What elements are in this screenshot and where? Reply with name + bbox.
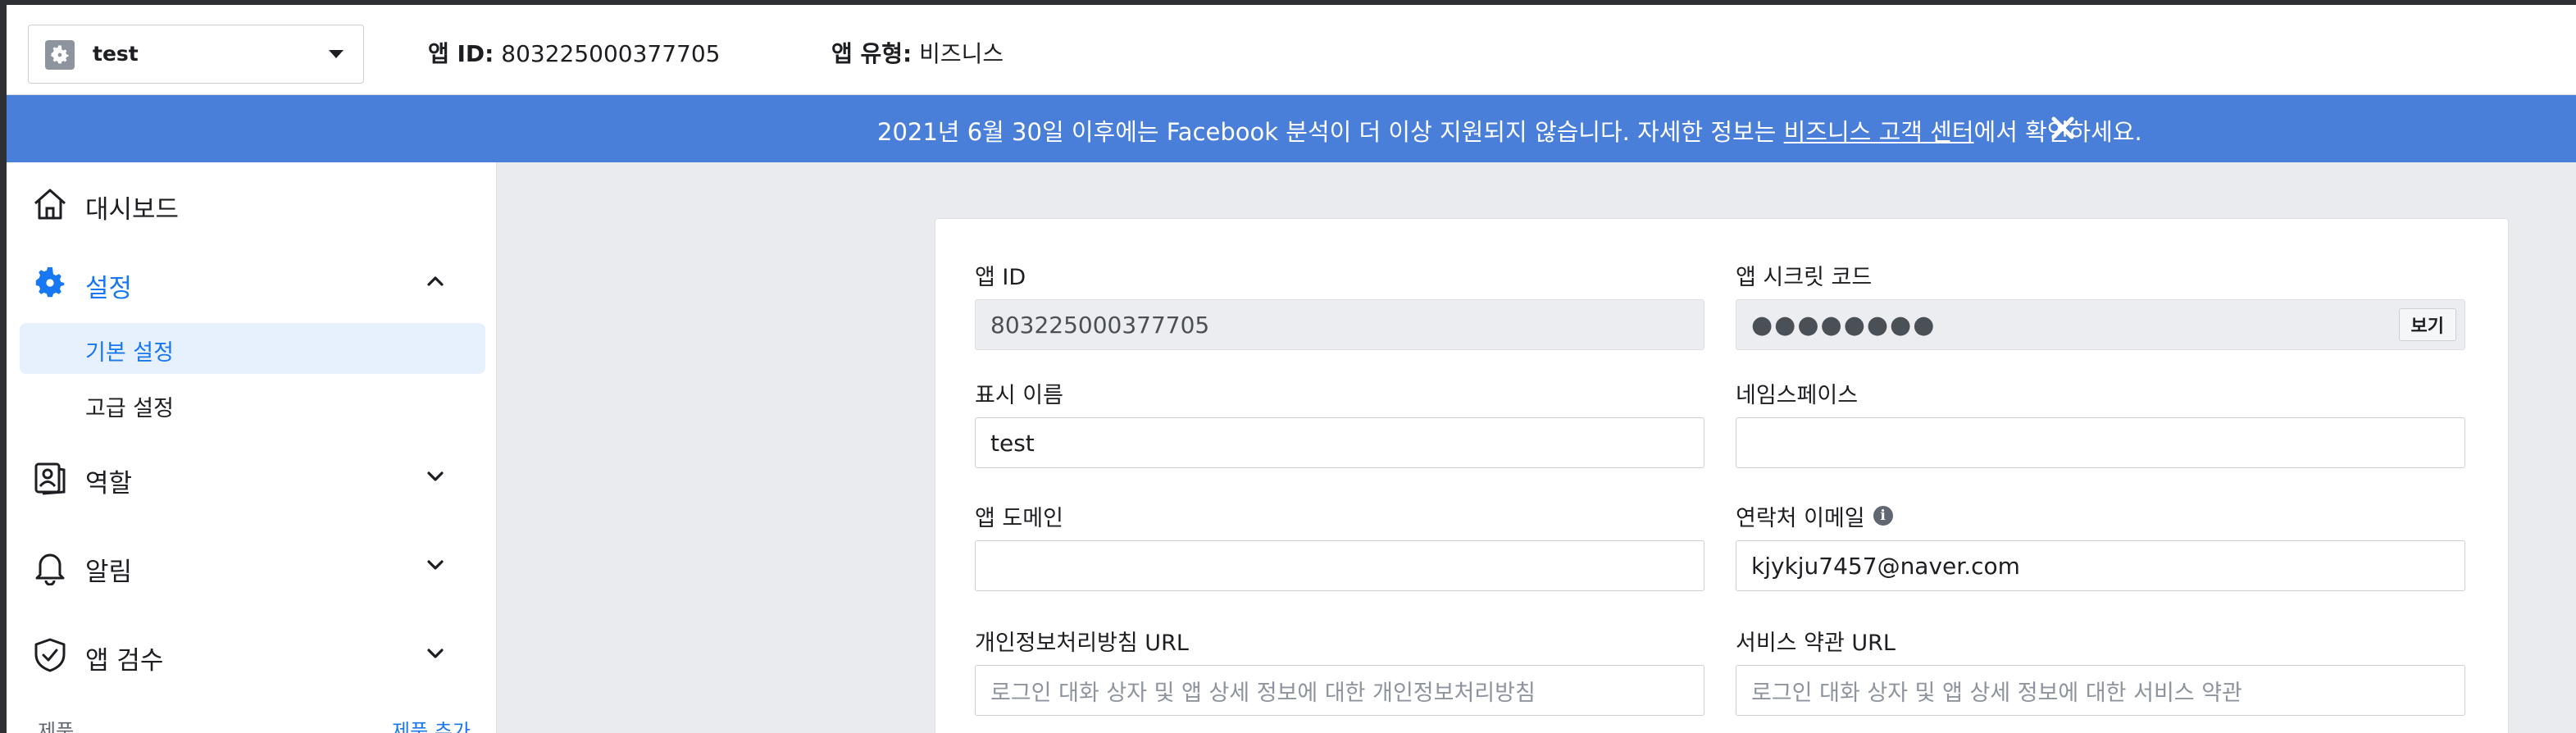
field-label: 서비스 약관 URL (1736, 630, 1896, 656)
bell-icon (35, 553, 65, 585)
show-secret-button[interactable]: 보기 (2398, 308, 2456, 341)
gear-icon (35, 266, 65, 298)
sidebar-item-dashboard[interactable]: 대시보드 (7, 169, 497, 234)
app-secret-field: 앱 시크릿 코드 ●●●●●●●● 보기 (1736, 260, 2465, 350)
sidebar-subitem-advanced-settings[interactable]: 고급 설정 (20, 379, 485, 430)
input-placeholder: 로그인 대화 상자 및 앱 상세 정보에 대한 개인정보처리방침 (990, 680, 1536, 706)
field-label: 표시 이름 (975, 382, 1063, 408)
field-label: 네임스페이스 (1736, 382, 1859, 408)
app-selector-dropdown[interactable]: test (28, 25, 364, 84)
app-id-meta-label: 앱 ID: (428, 40, 494, 67)
field-label: 앱 도메인 (975, 505, 1063, 531)
info-icon[interactable]: i (1873, 506, 1893, 526)
field-label: 앱 시크릿 코드 (1736, 264, 1873, 290)
roles-icon (34, 462, 66, 495)
banner-text-before: 2021년 6월 30일 이후에는 Facebook 분석이 더 이상 지원되지… (877, 118, 1784, 146)
app-id-input[interactable]: 803225000377705 (975, 299, 1704, 350)
chevron-up-icon (427, 276, 444, 286)
app-id-meta-value: 803225000377705 (501, 40, 721, 67)
app-type-meta: 앱 유형: 비즈니스 (831, 36, 1004, 69)
home-icon (34, 189, 66, 220)
field-label: 연락처 이메일 (1736, 505, 1865, 531)
sidebar-item-settings[interactable]: 설정 (7, 248, 497, 313)
input-placeholder: 로그인 대화 상자 및 앱 상세 정보에 대한 서비스 약관 (1751, 680, 2242, 706)
contact-email-field: 연락처 이메일 i kjykju7457@naver.com (1736, 501, 2465, 591)
chevron-down-icon (427, 471, 444, 481)
app-id-field: 앱 ID 803225000377705 (975, 260, 1704, 350)
sidebar-item-alerts[interactable]: 알림 (7, 531, 497, 597)
field-label-row: 연락처 이메일 i (1736, 501, 2465, 531)
sidebar-subitem-basic-settings[interactable]: 기본 설정 (20, 323, 485, 374)
app-secret-input[interactable]: ●●●●●●●● 보기 (1736, 299, 2465, 350)
namespace-field: 네임스페이스 (1736, 378, 2465, 468)
sidebar-item-app-review[interactable]: 앱 검수 (7, 620, 497, 685)
chevron-down-icon (427, 649, 444, 658)
shield-check-icon (34, 638, 66, 672)
field-label: 개인정보처리방침 URL (975, 630, 1189, 656)
sidebar-products-heading: 제품 (38, 720, 75, 733)
app-type-meta-label: 앱 유형: (831, 40, 913, 67)
banner-close-button[interactable] (2046, 112, 2079, 144)
app-domain-field: 앱 도메인 (975, 501, 1704, 591)
chevron-down-icon (329, 50, 344, 58)
notice-banner: 2021년 6월 30일 이후에는 Facebook 분석이 더 이상 지원되지… (7, 95, 2576, 162)
sidebar-subitem-label: 기본 설정 (85, 340, 174, 366)
sidebar-item-label: 알림 (85, 558, 133, 587)
top-bar: test 앱 ID: 803225000377705 앱 유형: 비즈니스 (7, 5, 2576, 95)
app-domain-input[interactable] (975, 540, 1704, 591)
close-icon (2051, 116, 2074, 139)
app-gear-icon (45, 40, 75, 70)
basic-settings-card: 앱 ID 803225000377705 앱 시크릿 코드 ●●●●●●●● 보… (935, 218, 2509, 733)
contact-email-input[interactable]: kjykju7457@naver.com (1736, 540, 2465, 591)
terms-url-field: 서비스 약관 URL 로그인 대화 상자 및 앱 상세 정보에 대한 서비스 약… (1736, 626, 2465, 716)
app-id-meta: 앱 ID: 803225000377705 (428, 36, 721, 69)
privacy-policy-url-input[interactable]: 로그인 대화 상자 및 앱 상세 정보에 대한 개인정보처리방침 (975, 665, 1704, 716)
sidebar: 대시보드 설정 기본 설정 고급 설정 역할 알림 앱 검수 제품 제품 추가 (7, 162, 497, 733)
namespace-input[interactable] (1736, 417, 2465, 468)
sidebar-item-label: 앱 검수 (85, 646, 164, 676)
sidebar-item-label: 역할 (85, 469, 133, 499)
app-secret-masked: ●●●●●●●● (1751, 310, 1937, 339)
privacy-policy-url-field: 개인정보처리방침 URL 로그인 대화 상자 및 앱 상세 정보에 대한 개인정… (975, 626, 1704, 716)
chevron-down-icon (427, 560, 444, 570)
add-product-link[interactable]: 제품 추가 (392, 715, 471, 733)
banner-message: 2021년 6월 30일 이후에는 Facebook 분석이 더 이상 지원되지… (877, 113, 2142, 148)
sidebar-item-label: 설정 (85, 274, 133, 303)
app-type-meta-value: 비즈니스 (919, 40, 1004, 67)
window-left-edge (0, 0, 7, 733)
field-label: 앱 ID (975, 264, 1026, 290)
sidebar-item-label: 대시보드 (85, 195, 180, 225)
display-name-field: 표시 이름 test (975, 378, 1704, 468)
app-name: test (93, 42, 139, 66)
business-help-center-link[interactable]: 비즈니스 고객 센터 (1784, 118, 1974, 146)
sidebar-item-roles[interactable]: 역할 (7, 443, 497, 508)
sidebar-subitem-label: 고급 설정 (85, 396, 174, 421)
terms-url-input[interactable]: 로그인 대화 상자 및 앱 상세 정보에 대한 서비스 약관 (1736, 665, 2465, 716)
display-name-input[interactable]: test (975, 417, 1704, 468)
